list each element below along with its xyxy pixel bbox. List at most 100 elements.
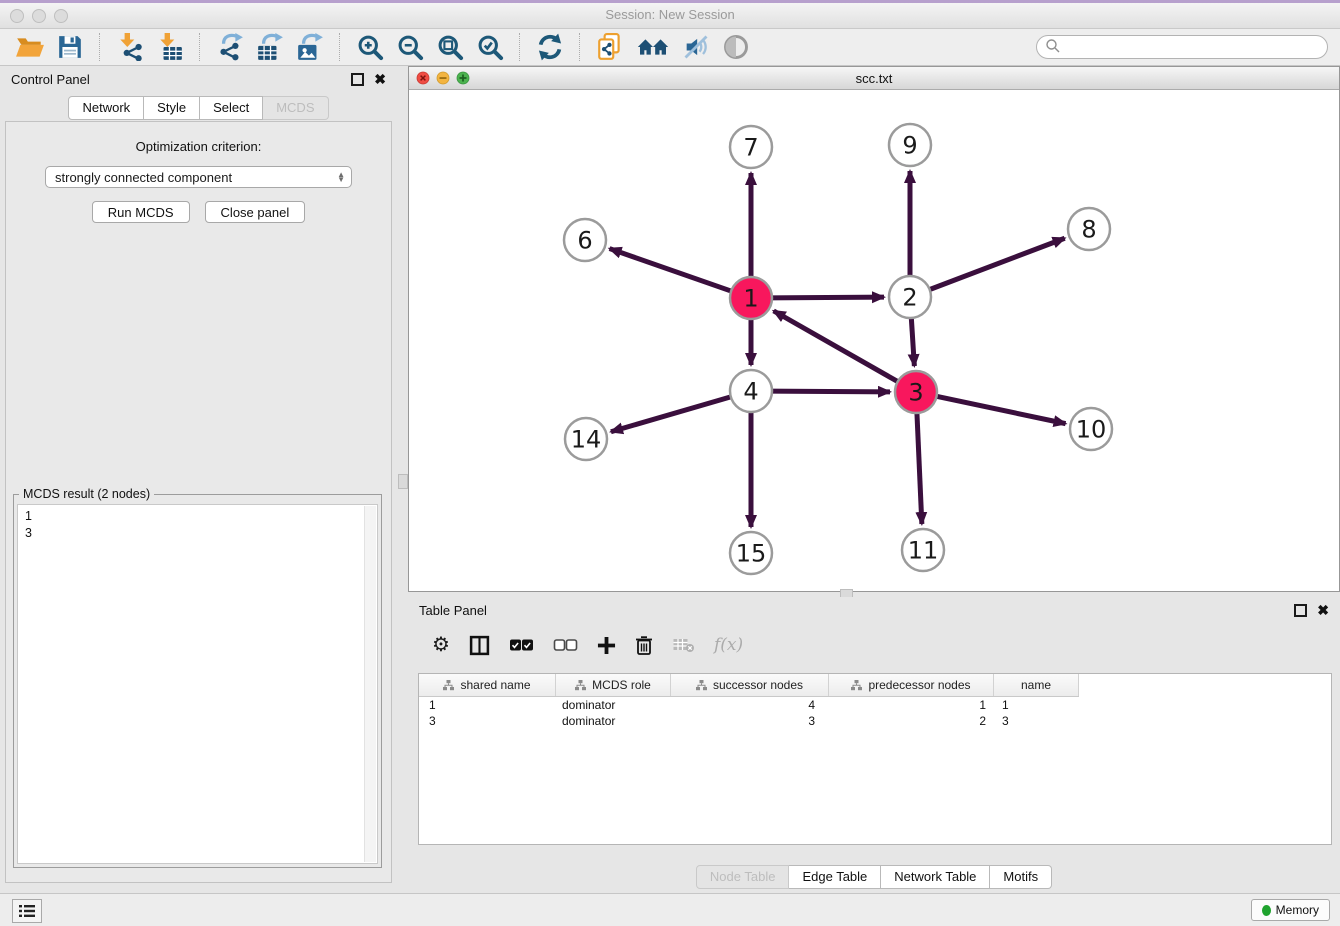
close-table-panel-icon[interactable]: ✖ xyxy=(1317,603,1329,617)
memory-button[interactable]: Memory xyxy=(1251,899,1330,921)
graph-edge-4-3[interactable] xyxy=(769,391,890,392)
network-window-title: scc.txt xyxy=(856,71,893,86)
show-columns-icon[interactable] xyxy=(469,635,490,656)
search-input[interactable] xyxy=(1065,39,1319,56)
select-stepper-icon: ▲▼ xyxy=(337,172,347,182)
zoom-fit-icon[interactable] xyxy=(432,31,468,63)
export-table-icon[interactable] xyxy=(252,31,288,63)
zoom-in-icon[interactable] xyxy=(352,31,388,63)
graph-edge-3-11[interactable] xyxy=(917,410,922,524)
network-view-window: scc.txt 7968124314101511 xyxy=(408,66,1340,592)
graph-edge-3-1[interactable] xyxy=(774,311,901,383)
tab-edge-table[interactable]: Edge Table xyxy=(789,865,881,889)
import-table-icon[interactable] xyxy=(152,31,188,63)
node-table: shared name MCDS role successor nodes pr… xyxy=(418,673,1332,845)
birds-eye-view-icon[interactable] xyxy=(718,31,754,63)
save-icon[interactable] xyxy=(52,31,88,63)
network-window-titlebar: scc.txt xyxy=(409,67,1339,90)
network-graph[interactable]: 7968124314101511 xyxy=(409,89,1339,591)
zoom-out-icon[interactable] xyxy=(392,31,428,63)
graph-edge-1-2[interactable] xyxy=(769,297,884,298)
import-network-icon[interactable] xyxy=(112,31,148,63)
search-box[interactable] xyxy=(1036,35,1328,59)
open-icon[interactable] xyxy=(12,31,48,63)
graph-node-label: 10 xyxy=(1076,416,1107,444)
table-row[interactable]: 1 dominator 4 1 1 xyxy=(419,697,1331,713)
tab-network[interactable]: Network xyxy=(68,96,144,120)
table-row[interactable]: 3 dominator 3 2 3 xyxy=(419,713,1331,729)
control-panel-tabs: Network Style Select MCDS xyxy=(0,96,397,120)
mcds-result-area[interactable]: 1 3 xyxy=(17,504,378,864)
table-header-row: shared name MCDS role successor nodes pr… xyxy=(419,674,1079,697)
mcds-result-title: MCDS result (2 nodes) xyxy=(19,487,154,501)
criterion-select[interactable]: strongly connected component ▲▼ xyxy=(45,166,352,188)
select-all-columns-icon[interactable] xyxy=(509,638,534,652)
list-icon xyxy=(19,905,35,917)
vertical-splitter-grip[interactable] xyxy=(398,474,408,489)
add-column-icon[interactable] xyxy=(597,636,616,655)
result-line: 1 xyxy=(25,508,370,525)
unselect-all-columns-icon[interactable] xyxy=(553,638,578,652)
tab-select[interactable]: Select xyxy=(200,96,263,120)
column-header-shared-name[interactable]: shared name xyxy=(419,674,556,696)
refresh-icon[interactable] xyxy=(532,31,568,63)
graph-node-label: 6 xyxy=(577,227,592,255)
close-panel-button[interactable]: Close panel xyxy=(205,201,306,223)
result-line: 3 xyxy=(25,525,370,542)
home-icon[interactable] xyxy=(632,31,674,63)
network-canvas[interactable]: 7968124314101511 xyxy=(409,89,1339,591)
close-panel-icon[interactable]: ✖ xyxy=(374,72,386,86)
graph-node-label: 8 xyxy=(1081,216,1096,244)
graph-node-label: 2 xyxy=(902,284,917,312)
control-panel-header: Control Panel ✖ xyxy=(0,66,397,92)
graph-edge-4-14[interactable] xyxy=(611,396,734,432)
mcds-tab-content: Optimization criterion: strongly connect… xyxy=(5,121,392,883)
export-image-icon[interactable] xyxy=(292,31,328,63)
tab-motifs[interactable]: Motifs xyxy=(990,865,1052,889)
toolbar-separator xyxy=(99,33,101,61)
task-history-button[interactable] xyxy=(12,899,42,923)
float-table-panel-icon[interactable] xyxy=(1294,604,1307,617)
graph-node-label: 9 xyxy=(902,132,917,160)
memory-label: Memory xyxy=(1276,903,1319,917)
run-mcds-button[interactable]: Run MCDS xyxy=(92,201,190,223)
graph-node-label: 11 xyxy=(908,537,939,565)
main-toolbar xyxy=(0,29,1340,66)
main-titlebar: Session: New Session xyxy=(0,3,1340,29)
toolbar-separator xyxy=(519,33,521,61)
search-icon xyxy=(1045,38,1061,57)
tab-mcds[interactable]: MCDS xyxy=(263,96,328,120)
mcds-result-box: MCDS result (2 nodes) 1 3 xyxy=(13,494,382,868)
delete-table-icon xyxy=(672,637,695,653)
memory-status-icon xyxy=(1262,905,1271,916)
application-window: Session: New Session xyxy=(0,0,1340,926)
column-header-successor-nodes[interactable]: successor nodes xyxy=(671,674,829,696)
delete-columns-icon[interactable] xyxy=(635,635,653,655)
column-header-name[interactable]: name xyxy=(994,674,1079,696)
duplicate-network-view-icon[interactable] xyxy=(592,31,628,63)
graph-edge-1-6[interactable] xyxy=(610,249,734,292)
column-header-mcds-role[interactable]: MCDS role xyxy=(556,674,671,696)
float-panel-icon[interactable] xyxy=(351,73,364,86)
graph-edge-2-8[interactable] xyxy=(927,238,1065,290)
graph-edge-2-3[interactable] xyxy=(911,315,914,366)
function-builder-icon: f(x) xyxy=(714,635,743,655)
criterion-value: strongly connected component xyxy=(55,170,337,185)
table-options-icon[interactable]: ⚙ xyxy=(432,635,450,655)
status-bar: Memory xyxy=(0,893,1340,926)
network-window-controls[interactable] xyxy=(416,71,476,85)
toolbar-separator xyxy=(339,33,341,61)
control-panel: Control Panel ✖ Network Style Select MCD… xyxy=(0,66,397,888)
toolbar-separator xyxy=(579,33,581,61)
export-network-icon[interactable] xyxy=(212,31,248,63)
result-scrollbar[interactable] xyxy=(364,506,376,862)
tab-network-table[interactable]: Network Table xyxy=(881,865,990,889)
control-panel-title: Control Panel xyxy=(11,72,90,87)
graph-node-label: 1 xyxy=(743,285,758,313)
column-header-predecessor-nodes[interactable]: predecessor nodes xyxy=(829,674,994,696)
graphics-details-icon[interactable] xyxy=(678,31,714,63)
zoom-selected-icon[interactable] xyxy=(472,31,508,63)
tab-style[interactable]: Style xyxy=(144,96,200,120)
graph-edge-3-10[interactable] xyxy=(934,396,1066,424)
tab-node-table[interactable]: Node Table xyxy=(696,865,790,889)
